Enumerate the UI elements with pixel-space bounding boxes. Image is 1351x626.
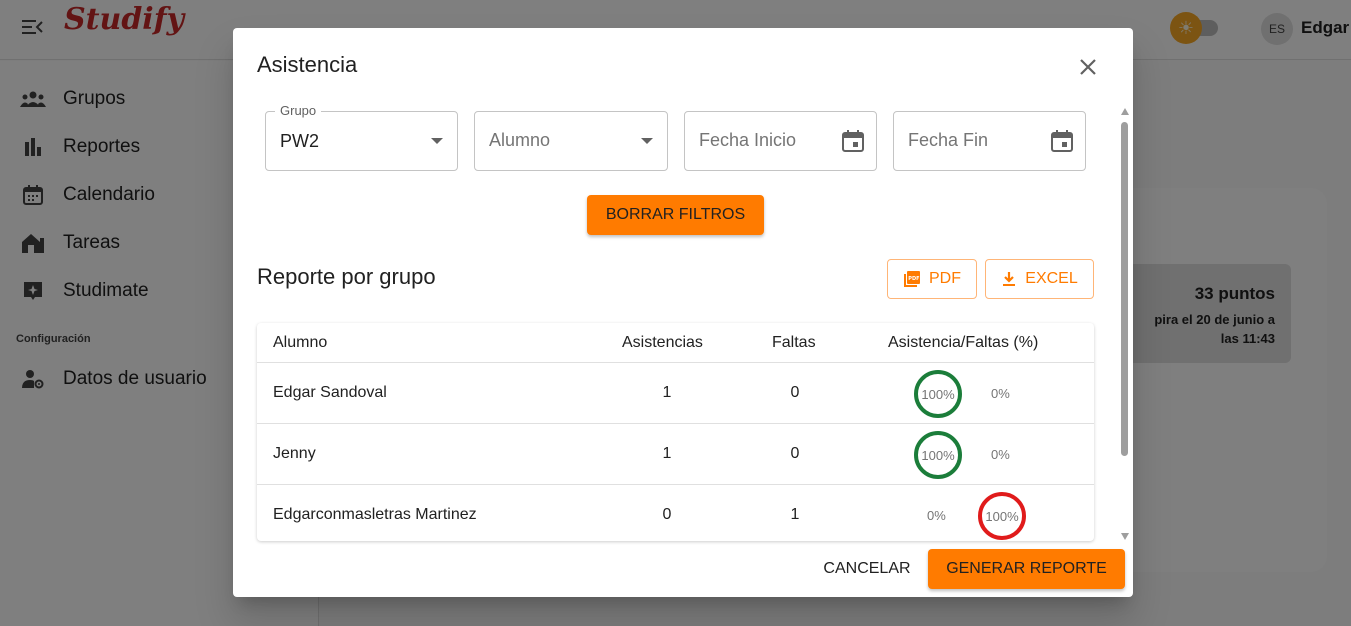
fecha-fin-field[interactable]: Fecha Fin xyxy=(893,111,1086,171)
excel-button[interactable]: EXCEL xyxy=(985,259,1094,299)
table-row: Jenny 1 0 100% 0% xyxy=(257,424,1094,485)
asistencias-cell: 1 xyxy=(662,384,672,401)
table-row: Edgar Sandoval 1 0 100% 0% xyxy=(257,363,1094,424)
fecha-inicio-placeholder: Fecha Inicio xyxy=(699,130,797,150)
grupo-select[interactable]: Grupo PW2 xyxy=(265,103,458,171)
fecha-fin-placeholder: Fecha Fin xyxy=(908,130,989,150)
table-header-row: Alumno Asistencias Faltas Asistencia/Fal… xyxy=(257,323,1094,363)
asistencias-cell: 1 xyxy=(662,445,672,462)
asistencias-cell: 0 xyxy=(662,506,672,523)
generate-report-button[interactable]: GENERAR REPORTE xyxy=(928,549,1125,589)
dialog-scrollbar[interactable] xyxy=(1118,106,1131,542)
absence-percent: 0% xyxy=(991,386,1010,401)
column-header: Alumno xyxy=(273,334,328,351)
chevron-down-icon xyxy=(641,138,653,144)
faltas-cell: 0 xyxy=(790,445,800,462)
grupo-label: Grupo xyxy=(275,103,322,118)
column-header: Faltas xyxy=(772,334,816,351)
report-title: Reporte por grupo xyxy=(257,264,436,289)
alumno-placeholder: Alumno xyxy=(489,130,551,150)
column-header: Asistencia/Faltas (%) xyxy=(888,334,1039,351)
alumno-cell: Edgarconmasletras Martinez xyxy=(273,506,477,523)
fecha-inicio-field[interactable]: Fecha Inicio xyxy=(684,111,877,171)
grupo-value: PW2 xyxy=(280,131,320,151)
scroll-thumb[interactable] xyxy=(1121,122,1128,456)
scroll-up-arrow-icon[interactable] xyxy=(1121,108,1129,115)
attendance-percent: 0% xyxy=(927,508,946,523)
report-table: Alumno Asistencias Faltas Asistencia/Fal… xyxy=(257,323,1094,541)
alumno-select[interactable]: Alumno xyxy=(474,111,668,171)
attendance-dialog: Asistencia Grupo PW2 Alumno Fecha Inicio… xyxy=(233,28,1133,597)
scroll-down-arrow-icon[interactable] xyxy=(1121,533,1129,540)
excel-button-label: EXCEL xyxy=(1025,270,1078,287)
faltas-cell: 1 xyxy=(790,506,800,523)
alumno-cell: Edgar Sandoval xyxy=(273,384,387,401)
table-row: Edgarconmasletras Martinez 0 1 0% 100% xyxy=(257,485,1094,541)
clear-filters-button[interactable]: BORRAR FILTROS xyxy=(587,195,764,235)
faltas-cell: 0 xyxy=(790,384,800,401)
pdf-button[interactable]: PDF PDF xyxy=(887,259,977,299)
chevron-down-icon xyxy=(431,138,443,144)
svg-text:PDF: PDF xyxy=(908,276,919,282)
absence-percent-ring: 100% xyxy=(978,492,1026,540)
attendance-percent-ring: 100% xyxy=(914,431,962,479)
alumno-cell: Jenny xyxy=(273,445,316,462)
absence-percent: 0% xyxy=(991,447,1010,462)
download-icon xyxy=(1003,272,1016,286)
close-button[interactable] xyxy=(1073,52,1103,82)
pdf-icon: PDF xyxy=(904,271,920,287)
calendar-icon[interactable] xyxy=(840,128,866,154)
cancel-button[interactable]: CANCELAR xyxy=(811,549,923,589)
attendance-percent-ring: 100% xyxy=(914,370,962,418)
pdf-button-label: PDF xyxy=(929,270,961,287)
dialog-title: Asistencia xyxy=(257,52,358,77)
column-header: Asistencias xyxy=(622,334,703,351)
calendar-icon[interactable] xyxy=(1049,128,1075,154)
close-icon xyxy=(1080,59,1096,75)
